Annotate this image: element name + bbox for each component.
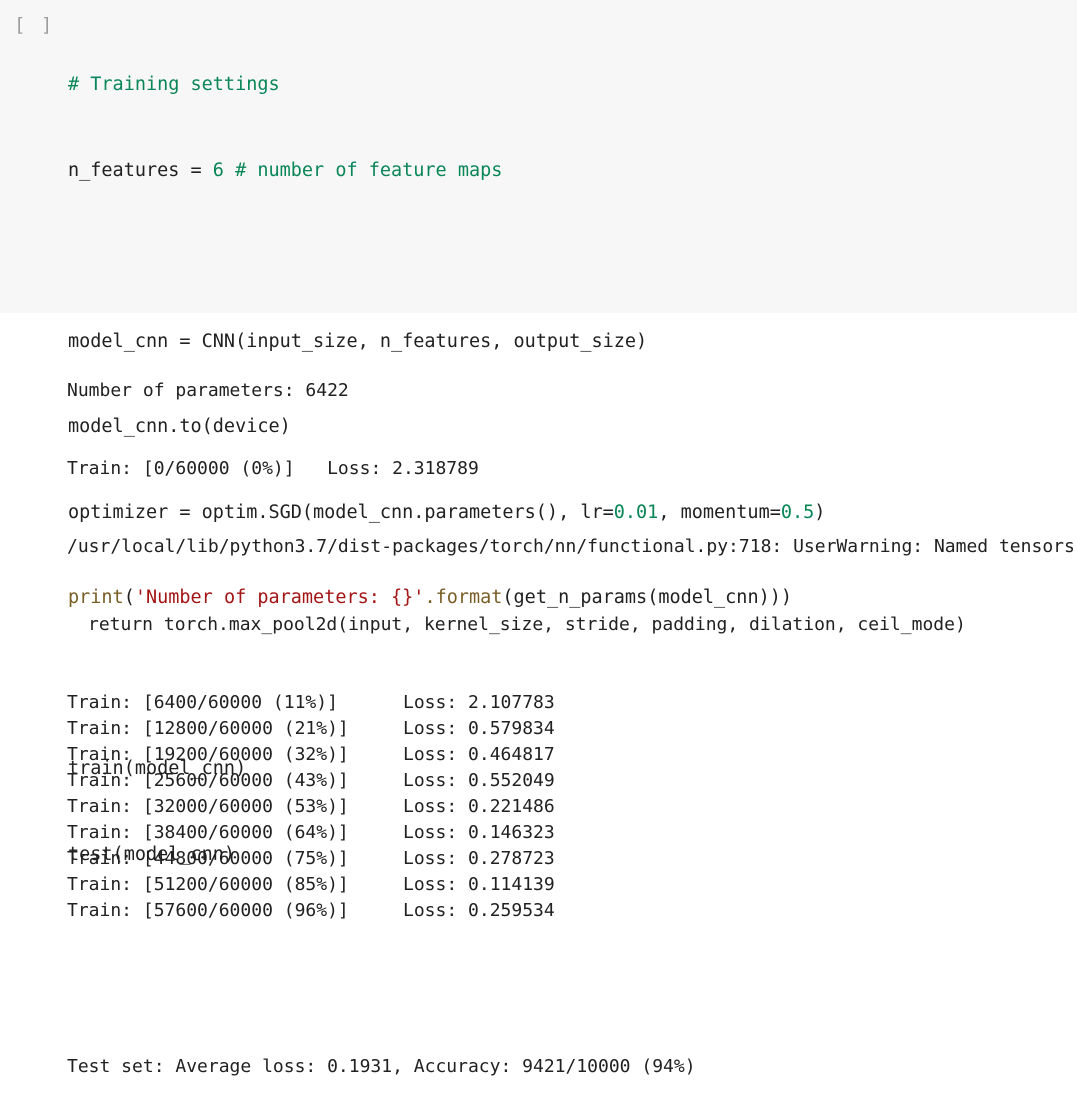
- code-comment: # number of feature maps: [223, 159, 503, 181]
- output-train-row: Train: [44800/60000 (75%)] Loss: 0.278723: [67, 846, 1077, 872]
- train-progress: Train: [6400/60000 (11%)]: [67, 692, 338, 713]
- train-loss: Loss: 0.114139: [403, 874, 555, 895]
- output-blank-line: [67, 976, 1077, 1002]
- output-test-result: Test set: Average loss: 0.1931, Accuracy…: [67, 1056, 696, 1077]
- train-loss: Loss: 0.579834: [403, 718, 555, 739]
- train-progress: Train: [19200/60000 (32%)]: [67, 744, 349, 765]
- output-train-row: Train: [19200/60000 (32%)] Loss: 0.464817: [67, 742, 1077, 768]
- train-progress: Train: [44800/60000 (75%)]: [67, 848, 349, 869]
- output-train-row-0: Train: [0/60000 (0%)] Loss: 2.318789: [67, 456, 1077, 482]
- train-progress: Train: [25600/60000 (43%)]: [67, 770, 349, 791]
- output-train-row: Train: [32000/60000 (53%)] Loss: 0.221486: [67, 794, 1077, 820]
- run-cell-button[interactable]: [ ]: [14, 14, 54, 36]
- output-train-row: Train: [51200/60000 (85%)] Loss: 0.114139: [67, 872, 1077, 898]
- train-progress: Train: [57600/60000 (96%)]: [67, 900, 349, 921]
- output-train-row: Train: [12800/60000 (21%)] Loss: 0.579834: [67, 716, 1077, 742]
- train-progress: Train: [51200/60000 (85%)]: [67, 874, 349, 895]
- output-warning-detail: return torch.max_pool2d(input, kernel_si…: [88, 614, 966, 635]
- train-loss: Loss: 0.278723: [403, 848, 555, 869]
- train-progress: Train: [0/60000 (0%)]: [67, 458, 295, 479]
- training-log: Train: [6400/60000 (11%)] Loss: 2.107783 T…: [67, 690, 1077, 924]
- output-train-row: Train: [6400/60000 (11%)] Loss: 2.107783: [67, 690, 1077, 716]
- output-warning: /usr/local/lib/python3.7/dist-packages/t…: [67, 536, 1077, 557]
- code-line-1: # Training settings: [68, 71, 825, 100]
- output-train-row: Train: [38400/60000 (64%)] Loss: 0.146323: [67, 820, 1077, 846]
- train-loss: Loss: 0.146323: [403, 822, 555, 843]
- cell-output: Number of parameters: 6422 Train: [0/600…: [67, 326, 1077, 1106]
- train-loss: Loss: 0.221486: [403, 796, 555, 817]
- train-loss: Loss: 0.552049: [403, 770, 555, 791]
- code-comment: # Training settings: [68, 74, 280, 95]
- train-progress: Train: [12800/60000 (21%)]: [67, 718, 349, 739]
- code-cell[interactable]: [ ] # Training settings n_features = 6 #…: [0, 0, 1077, 865]
- output-train-row: Train: [57600/60000 (96%)] Loss: 0.259534: [67, 898, 1077, 924]
- output-params: Number of parameters: 6422: [67, 380, 349, 401]
- code-number: 6: [212, 159, 224, 181]
- train-loss: Loss: 0.259534: [403, 900, 555, 921]
- train-loss: Loss: 2.318789: [327, 458, 479, 479]
- code-line-2: n_features = 6 # number of feature maps: [68, 157, 825, 186]
- train-loss: Loss: 0.464817: [403, 744, 555, 765]
- train-progress: Train: [32000/60000 (53%)]: [67, 796, 349, 817]
- train-progress: Train: [38400/60000 (64%)]: [67, 822, 349, 843]
- code-text: n_features =: [68, 159, 213, 181]
- output-train-row: Train: [25600/60000 (43%)] Loss: 0.552049: [67, 768, 1077, 794]
- train-loss: Loss: 2.107783: [403, 692, 555, 713]
